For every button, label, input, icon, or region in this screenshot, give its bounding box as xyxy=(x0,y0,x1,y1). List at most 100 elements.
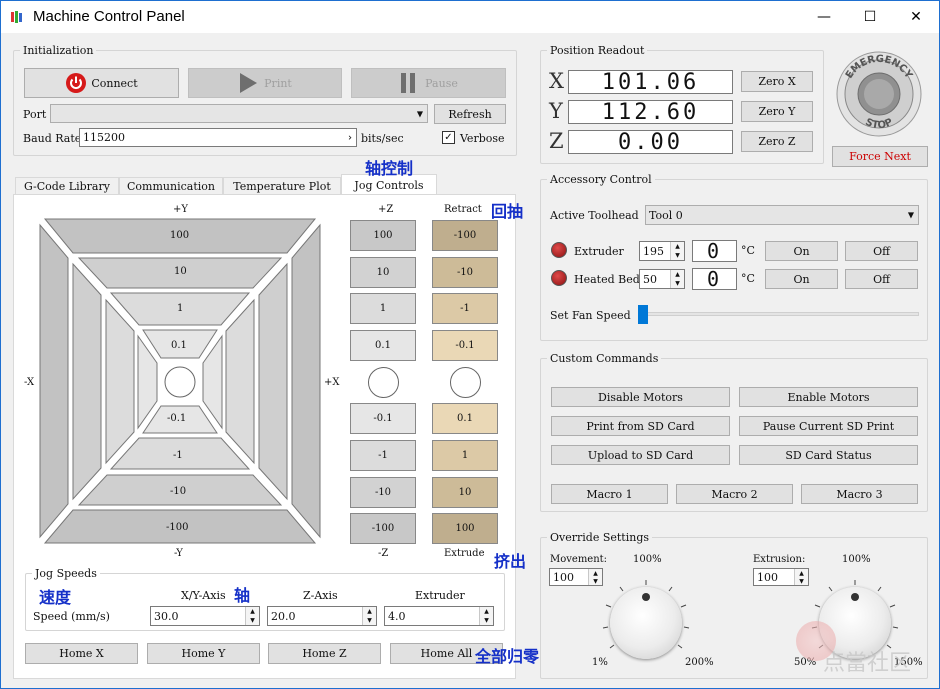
play-icon xyxy=(240,73,258,93)
pause-button[interactable]: Pause xyxy=(351,68,506,98)
spin-arrows-icon[interactable]: ▲ ▼ xyxy=(588,569,602,585)
z-plus-0-1-button[interactable]: 0.1 xyxy=(350,330,416,361)
macro-3-button[interactable]: Macro 3 xyxy=(801,484,918,504)
e-retract-10-button[interactable]: -10 xyxy=(432,257,498,288)
chevron-down-icon: ▼ xyxy=(907,210,914,220)
connect-button[interactable]: Connect xyxy=(24,68,179,98)
refresh-label: Refresh xyxy=(448,107,492,121)
maximize-button[interactable]: ☐ xyxy=(847,1,893,33)
e-retract-100-button[interactable]: -100 xyxy=(432,220,498,251)
toolhead-select[interactable]: Tool 0 ▼ xyxy=(645,205,919,225)
xy-up-label: 100 xyxy=(170,230,190,241)
xy-x-plus-100[interactable] xyxy=(291,223,321,539)
on-label: On xyxy=(793,244,810,258)
enable-motors-button[interactable]: Enable Motors xyxy=(739,387,918,407)
xy-speed-input[interactable]: 30.0 ▲ ▼ xyxy=(150,606,260,626)
spin-arrows-icon[interactable]: ▲ ▼ xyxy=(245,607,259,625)
spin-arrows-icon[interactable]: ▲ ▼ xyxy=(362,607,376,625)
spin-arrows-icon[interactable]: ▲ ▼ xyxy=(794,569,808,585)
z-minus-1-button[interactable]: -1 xyxy=(350,440,416,471)
z-plus-100-button[interactable]: 100 xyxy=(350,220,416,251)
force-next-button[interactable]: Force Next xyxy=(832,146,928,167)
bed-on-button[interactable]: On xyxy=(765,269,838,289)
xy-x-minus-0-1[interactable] xyxy=(137,334,158,430)
extruder-label: Extruder xyxy=(574,245,624,258)
heated-bed-status-icon xyxy=(551,270,567,286)
xy-x-minus-10[interactable] xyxy=(72,262,102,501)
e-extrude-0-1-button[interactable]: 0.1 xyxy=(432,403,498,434)
print-button[interactable]: Print xyxy=(188,68,342,98)
xy-x-plus-0-1[interactable] xyxy=(202,334,223,430)
e-extrude-10-button[interactable]: 10 xyxy=(432,477,498,508)
xy-speed-label: X/Y-Axis xyxy=(181,589,226,602)
e-extrude-100-button[interactable]: 100 xyxy=(432,513,498,544)
extruder-on-button[interactable]: On xyxy=(765,241,838,261)
knob-indicator-icon xyxy=(642,593,650,601)
emergency-stop-button[interactable]: EMERGENCY STOP xyxy=(835,50,923,138)
bed-off-button[interactable]: Off xyxy=(845,269,918,289)
plus-x-label: +X xyxy=(324,377,340,388)
e-home-circle[interactable] xyxy=(450,367,481,398)
z-minus-100-button[interactable]: -100 xyxy=(350,513,416,544)
xy-x-minus-100[interactable] xyxy=(39,223,69,539)
fan-speed-track[interactable] xyxy=(638,312,919,316)
xy-home-circle[interactable] xyxy=(164,366,196,398)
macro-label: Macro 3 xyxy=(836,487,883,501)
minimize-button[interactable]: — xyxy=(801,1,847,33)
spin-arrows-icon[interactable]: ▲ ▼ xyxy=(670,270,684,288)
spin-arrows-icon[interactable]: ▲ ▼ xyxy=(670,242,684,260)
z-plus-1-button[interactable]: 1 xyxy=(350,293,416,324)
bed-target-input[interactable]: 50 ▲ ▼ xyxy=(639,269,685,289)
sd-status-button[interactable]: SD Card Status xyxy=(739,445,918,465)
upload-sd-button[interactable]: Upload to SD Card xyxy=(551,445,730,465)
refresh-button[interactable]: Refresh xyxy=(434,104,506,124)
extruder-off-button[interactable]: Off xyxy=(845,241,918,261)
z-minus-0-1-button[interactable]: -0.1 xyxy=(350,403,416,434)
on-label: On xyxy=(793,272,810,286)
extruder-target-input[interactable]: 195 ▲ ▼ xyxy=(639,241,685,261)
sd-status-label: SD Card Status xyxy=(785,448,872,462)
pause-sd-button[interactable]: Pause Current SD Print xyxy=(739,416,918,436)
home-y-button[interactable]: Home Y xyxy=(147,643,260,664)
port-select[interactable]: ▼ xyxy=(50,104,428,123)
toolhead-label: Active Toolhead xyxy=(550,209,639,222)
close-button[interactable]: ✕ xyxy=(893,1,939,33)
z-plus-10-button[interactable]: 10 xyxy=(350,257,416,288)
fan-speed-thumb[interactable] xyxy=(638,305,648,324)
home-x-button[interactable]: Home X xyxy=(25,643,138,664)
home-z-button[interactable]: Home Z xyxy=(268,643,381,664)
z-step-label: 10 xyxy=(376,267,390,278)
xy-x-minus-1[interactable] xyxy=(105,298,135,465)
e-speed-input[interactable]: 4.0 ▲ ▼ xyxy=(384,606,494,626)
spin-arrows-icon[interactable]: ▲ ▼ xyxy=(479,607,493,625)
verbose-checkbox[interactable]: ✓ xyxy=(442,131,455,144)
movement-input[interactable]: 100 ▲ ▼ xyxy=(549,568,603,586)
tab-temperature-plot[interactable]: Temperature Plot xyxy=(223,177,341,194)
e-retract-0-1-button[interactable]: -0.1 xyxy=(432,330,498,361)
macro-2-button[interactable]: Macro 2 xyxy=(676,484,793,504)
plus-y-label: +Y xyxy=(173,204,188,215)
extrusion-label: Extrusion: xyxy=(753,554,806,565)
zero-y-button[interactable]: Zero Y xyxy=(741,101,813,122)
e-extrude-1-button[interactable]: 1 xyxy=(432,440,498,471)
movement-override-knob[interactable] xyxy=(610,587,682,659)
xy-x-plus-10[interactable] xyxy=(258,262,288,501)
xy-x-plus-1[interactable] xyxy=(225,298,255,465)
e-retract-1-button[interactable]: -1 xyxy=(432,293,498,324)
connect-label: Connect xyxy=(91,76,138,90)
zero-z-button[interactable]: Zero Z xyxy=(741,131,813,152)
z-step-label: 0.1 xyxy=(375,340,391,351)
print-sd-button[interactable]: Print from SD Card xyxy=(551,416,730,436)
x-axis-label: X xyxy=(549,69,564,93)
baud-select[interactable]: 115200 › xyxy=(79,128,357,147)
disable-motors-button[interactable]: Disable Motors xyxy=(551,387,730,407)
zero-x-button[interactable]: Zero X xyxy=(741,71,813,92)
z-speed-input[interactable]: 20.0 ▲ ▼ xyxy=(267,606,377,626)
z-bottom: -Z xyxy=(378,548,389,559)
tab-gcode-library[interactable]: G-Code Library xyxy=(15,177,119,194)
z-minus-10-button[interactable]: -10 xyxy=(350,477,416,508)
extrusion-input[interactable]: 100 ▲ ▼ xyxy=(753,568,809,586)
tab-communication[interactable]: Communication xyxy=(119,177,223,194)
macro-1-button[interactable]: Macro 1 xyxy=(551,484,668,504)
z-home-circle[interactable] xyxy=(368,367,399,398)
